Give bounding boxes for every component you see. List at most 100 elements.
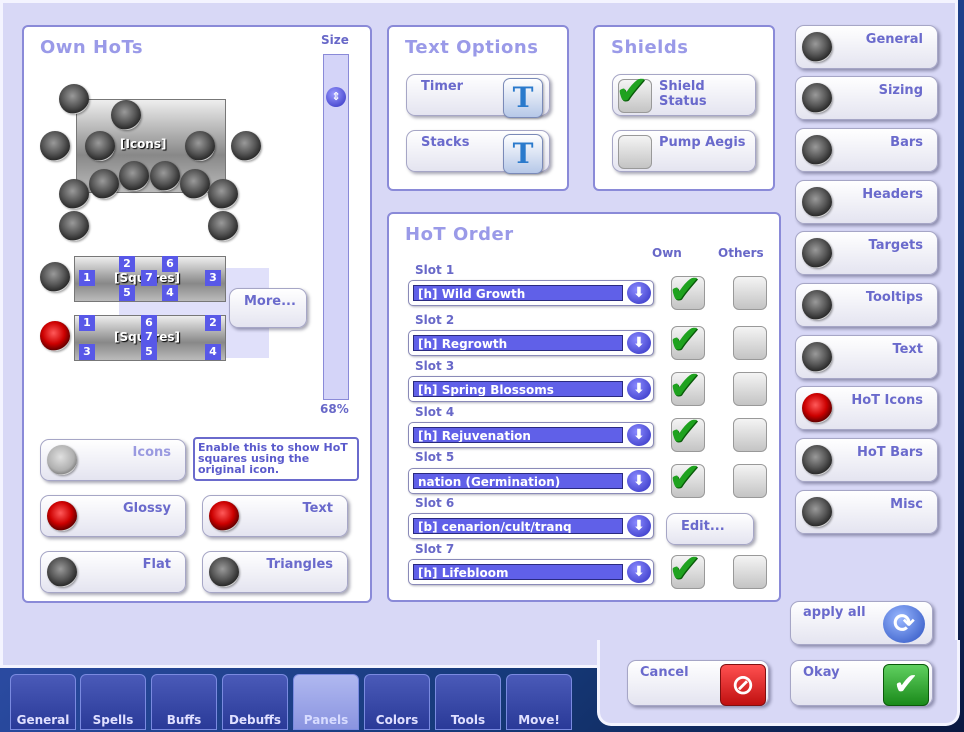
hot-position-knob[interactable] bbox=[85, 131, 115, 161]
menu-knob bbox=[802, 187, 832, 217]
menu-sizing[interactable]: Sizing bbox=[795, 76, 938, 120]
menu-knob bbox=[802, 135, 832, 165]
okay-check-icon: ✔ bbox=[883, 664, 929, 706]
tab-label: Move! bbox=[518, 713, 560, 727]
flat-toggle[interactable]: Flat bbox=[40, 551, 186, 593]
checkmark-icon: ✔ bbox=[668, 363, 702, 409]
slot-3-others-checkbox[interactable] bbox=[733, 372, 767, 406]
hot-position-knob[interactable] bbox=[208, 179, 238, 209]
hot-position-knob[interactable] bbox=[180, 169, 210, 199]
hot-position-knob[interactable] bbox=[59, 84, 89, 114]
slot-4-others-checkbox[interactable] bbox=[733, 418, 767, 452]
menu-knob bbox=[802, 497, 832, 527]
hot-position-knob[interactable] bbox=[150, 161, 180, 191]
slot-3-dropdown[interactable]: [h] Spring Blossoms ⬇ bbox=[408, 376, 654, 402]
menu-knob bbox=[802, 445, 832, 475]
hot-position-knob[interactable] bbox=[208, 211, 238, 241]
flat-toggle-label: Flat bbox=[142, 557, 171, 572]
triangles-toggle[interactable]: Triangles bbox=[202, 551, 348, 593]
menu-targets[interactable]: Targets bbox=[795, 231, 938, 275]
slot-1-dropdown[interactable]: [h] Wild Growth ⬇ bbox=[408, 280, 654, 306]
square-slot: 1 bbox=[79, 270, 95, 286]
slot-label: Slot 1 bbox=[415, 263, 455, 277]
tab-tools[interactable]: Tools bbox=[435, 674, 501, 730]
hot-position-knob[interactable] bbox=[89, 169, 119, 199]
menu-knob bbox=[802, 32, 832, 62]
squares-position-knob-selected[interactable] bbox=[40, 321, 70, 351]
hot-order-panel: HoT Order Own Others Slot 1 [h] Wild Gro… bbox=[387, 212, 781, 602]
slot-2-dropdown[interactable]: [h] Regrowth ⬇ bbox=[408, 330, 654, 356]
square-slot: 2 bbox=[119, 256, 135, 272]
cancel-button[interactable]: Cancel ⊘ bbox=[627, 660, 769, 706]
slot-2-others-checkbox[interactable] bbox=[733, 326, 767, 360]
hot-position-knob[interactable] bbox=[59, 179, 89, 209]
menu-label: Targets bbox=[868, 238, 923, 253]
hot-position-knob[interactable] bbox=[185, 131, 215, 161]
slot-5-others-checkbox[interactable] bbox=[733, 464, 767, 498]
tab-spells[interactable]: Spells bbox=[80, 674, 146, 730]
menu-tooltips[interactable]: Tooltips bbox=[795, 283, 938, 327]
menu-misc[interactable]: Misc bbox=[795, 490, 938, 534]
refresh-icon: ⟳ bbox=[883, 605, 925, 643]
hot-position-knob[interactable] bbox=[231, 131, 261, 161]
glossy-toggle[interactable]: Glossy bbox=[40, 495, 186, 537]
pump-aegis-checkbox bbox=[618, 135, 652, 169]
slot-2-value: [h] Regrowth bbox=[413, 335, 623, 351]
tab-label: Spells bbox=[92, 713, 134, 727]
menu-hot-bars[interactable]: HoT Bars bbox=[795, 438, 938, 482]
toggle-knob bbox=[47, 557, 77, 587]
slot-7-value: [h] Lifebloom bbox=[413, 564, 623, 580]
apply-all-button[interactable]: apply all ⟳ bbox=[790, 601, 933, 645]
shields-title: Shields bbox=[611, 37, 689, 58]
slot-6-value: [b] cenarion/cult/tranq bbox=[413, 518, 623, 534]
text-options-title: Text Options bbox=[405, 37, 539, 58]
slot-1-others-checkbox[interactable] bbox=[733, 276, 767, 310]
text-style-toggle-label: Text bbox=[302, 501, 333, 516]
tab-colors[interactable]: Colors bbox=[364, 674, 430, 730]
apply-all-label: apply all bbox=[803, 605, 866, 620]
menu-bars[interactable]: Bars bbox=[795, 128, 938, 172]
square-slot: 3 bbox=[205, 270, 221, 286]
icons-toggle-label: Icons bbox=[132, 445, 171, 460]
okay-button[interactable]: Okay ✔ bbox=[790, 660, 933, 706]
icons-toggle[interactable]: Icons bbox=[40, 439, 186, 481]
tab-debuffs[interactable]: Debuffs bbox=[222, 674, 288, 730]
slot-6-dropdown[interactable]: [b] cenarion/cult/tranq ⬇ bbox=[408, 513, 654, 539]
hot-position-knob[interactable] bbox=[111, 100, 141, 130]
text-style-toggle[interactable]: Text bbox=[202, 495, 348, 537]
hot-position-knob[interactable] bbox=[40, 131, 70, 161]
tab-buffs[interactable]: Buffs bbox=[151, 674, 217, 730]
checkmark-icon: ✔ bbox=[615, 68, 649, 114]
timer-button[interactable]: Timer T bbox=[406, 74, 550, 118]
tab-panels[interactable]: Panels bbox=[293, 674, 359, 730]
square-slot: 7 bbox=[141, 270, 157, 286]
shields-panel: Shields ✔ Shield Status Pump Aegis bbox=[593, 25, 775, 191]
squares-position-knob[interactable] bbox=[40, 262, 70, 292]
stacks-button[interactable]: Stacks T bbox=[406, 130, 550, 174]
menu-general[interactable]: General bbox=[795, 25, 938, 69]
edit-button[interactable]: Edit... bbox=[666, 513, 754, 545]
square-slot: 4 bbox=[162, 285, 178, 301]
menu-hot-icons[interactable]: HoT Icons bbox=[795, 386, 938, 430]
toggle-knob bbox=[209, 501, 239, 531]
slot-4-dropdown[interactable]: [h] Rejuvenation ⬇ bbox=[408, 422, 654, 448]
slot-5-dropdown[interactable]: nation (Germination) ⬇ bbox=[408, 468, 654, 494]
glossy-toggle-label: Glossy bbox=[122, 501, 171, 516]
slot-7-dropdown[interactable]: [h] Lifebloom ⬇ bbox=[408, 559, 654, 585]
size-slider-thumb[interactable]: ⇕ bbox=[326, 86, 346, 107]
menu-label: HoT Bars bbox=[856, 445, 923, 460]
slot-7-others-checkbox[interactable] bbox=[733, 555, 767, 589]
menu-text[interactable]: Text bbox=[795, 335, 938, 379]
square-slot: 2 bbox=[205, 315, 221, 331]
pump-aegis-toggle[interactable]: Pump Aegis bbox=[612, 130, 756, 172]
shield-status-toggle[interactable]: ✔ Shield Status bbox=[612, 68, 756, 116]
tab-move[interactable]: Move! bbox=[506, 674, 572, 730]
hot-position-knob[interactable] bbox=[119, 161, 149, 191]
tab-general[interactable]: General bbox=[10, 674, 76, 730]
menu-label: HoT Icons bbox=[851, 393, 923, 408]
icons-preview-label: [Icons] bbox=[120, 137, 167, 151]
toggle-knob bbox=[209, 557, 239, 587]
menu-headers[interactable]: Headers bbox=[795, 180, 938, 224]
more-button[interactable]: More... bbox=[229, 288, 307, 328]
hot-position-knob[interactable] bbox=[59, 211, 89, 241]
